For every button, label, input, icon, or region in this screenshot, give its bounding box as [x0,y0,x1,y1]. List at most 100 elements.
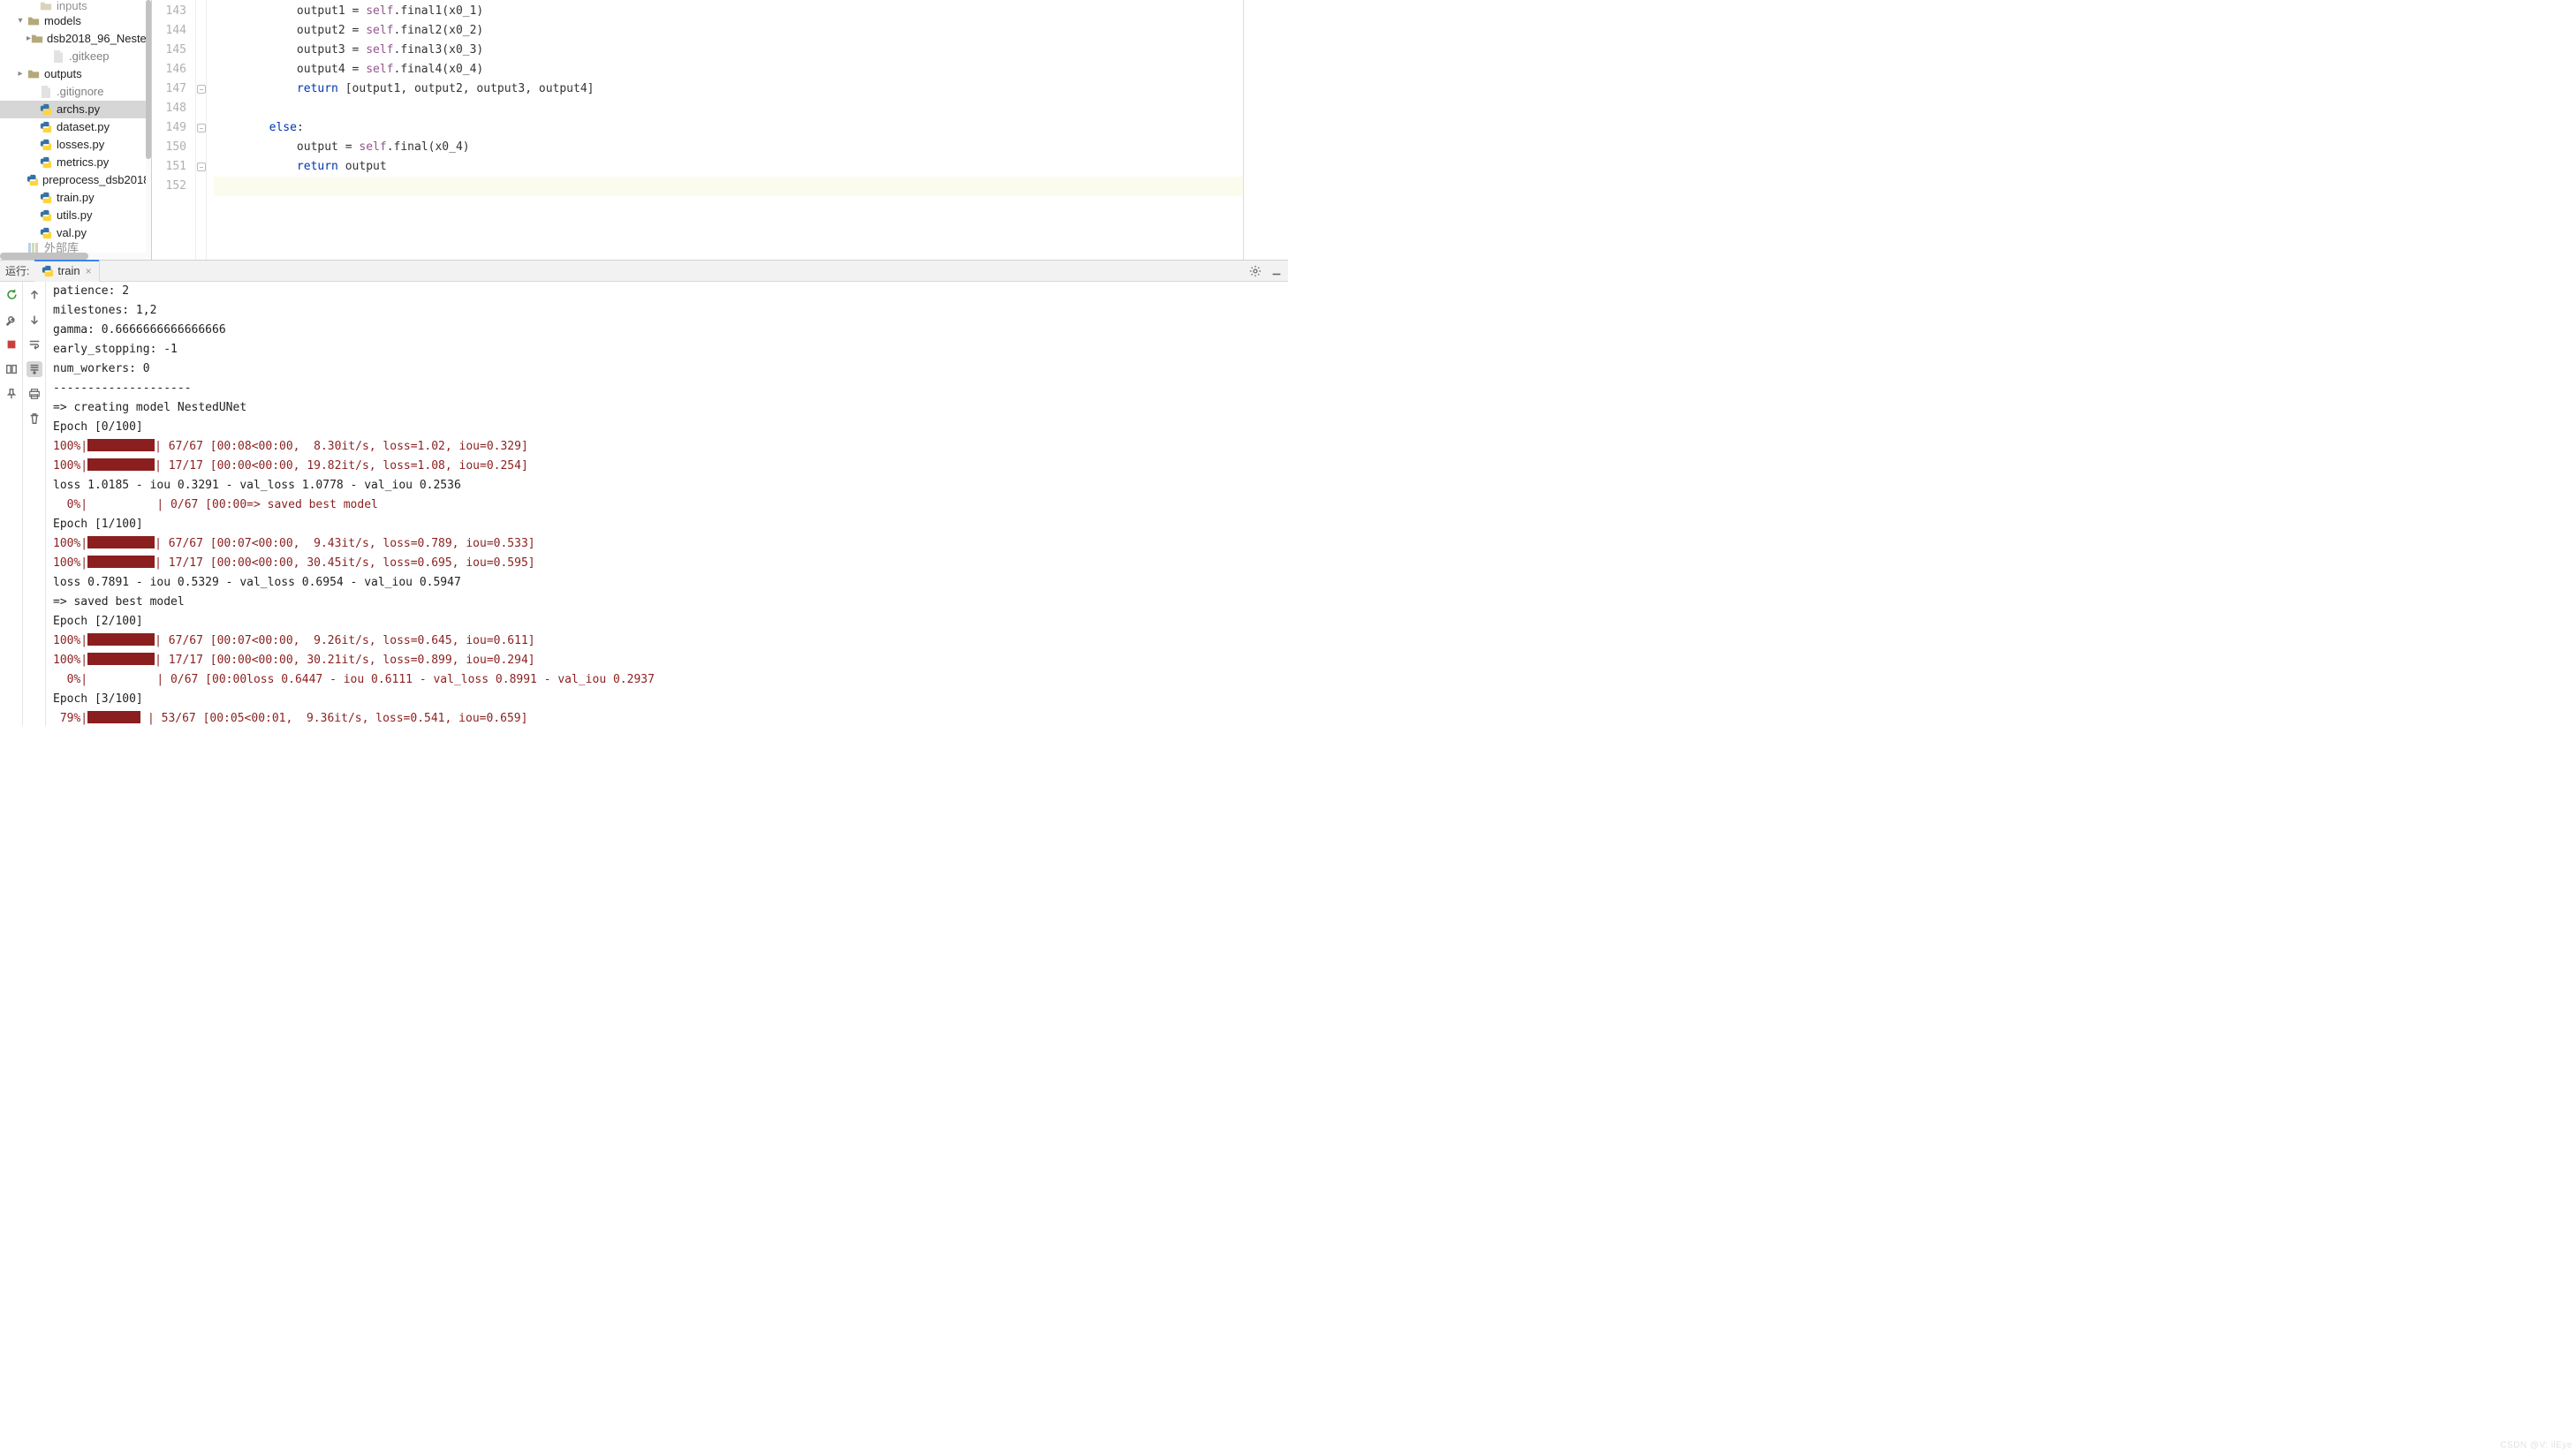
code-line[interactable] [214,99,1243,118]
tree-item-label: losses.py [57,136,104,154]
file-icon [39,85,53,99]
layout-icon[interactable] [4,361,19,377]
run-toolbar-col1 [0,282,23,726]
folder-icon [31,32,43,46]
console-line: Epoch [0/100] [53,418,1281,437]
console-line: loss 1.0185 - iou 0.3291 - val_loss 1.07… [53,476,1281,495]
tree-item[interactable]: preprocess_dsb2018.py [0,171,151,189]
python-file-icon [27,173,39,187]
tree-item[interactable]: ▸ outputs [0,65,151,83]
python-file-icon [39,120,53,134]
tree-item-label: .gitkeep [69,48,110,65]
python-file-icon [39,208,53,223]
folder-icon [39,0,53,12]
rerun-icon[interactable] [4,287,19,303]
pin-icon[interactable] [4,386,19,402]
console-line: 100%|| 67/67 [00:08<00:00, 8.30it/s, los… [53,437,1281,457]
file-icon [51,49,65,64]
softwrap-icon[interactable] [27,337,42,352]
fold-handle[interactable]: − [197,163,206,171]
tree-item-label: metrics.py [57,154,109,171]
chevron-icon[interactable]: ▸ [14,65,27,83]
code-line[interactable]: output4 = self.final4(x0_4) [214,60,1243,79]
up-arrow-icon[interactable] [27,287,42,303]
project-tree[interactable]: inputs ▾ models▸dsb2018_96_NestedUNet_woDS… [0,0,151,254]
tree-item[interactable]: .gitkeep [0,48,151,65]
code-line[interactable]: output3 = self.final3(x0_3) [214,41,1243,60]
python-icon [42,265,54,277]
python-file-icon [39,191,53,205]
fold-handle[interactable]: − [197,124,206,132]
python-file-icon [39,102,53,117]
gear-icon[interactable] [1247,263,1263,279]
code-line[interactable]: return [output1, output2, output3, outpu… [214,79,1243,99]
code-line[interactable]: return output [214,157,1243,177]
console-line: Epoch [1/100] [53,515,1281,534]
minimize-icon[interactable] [1269,263,1284,279]
tree-item-label: models [44,12,81,30]
tree-item-label: dataset.py [57,118,110,136]
run-body: patience: 2milestones: 1,2gamma: 0.66666… [0,282,1288,726]
python-file-icon [39,155,53,170]
tree-item[interactable]: train.py [0,189,151,207]
editor-right-pad [1244,0,1288,260]
tree-item-label: preprocess_dsb2018.py [42,171,152,189]
code-line[interactable]: output2 = self.final2(x0_2) [214,21,1243,41]
code-editor[interactable]: 143144145146147148149150151152 −−− outpu… [152,0,1288,260]
run-label: 运行: [0,263,34,278]
console-line: 100%|| 67/67 [00:07<00:00, 9.43it/s, los… [53,534,1281,554]
tree-item[interactable]: dataset.py [0,118,151,136]
tree-item-label: .gitignore [57,83,103,101]
scroll-to-end-icon[interactable] [27,361,42,377]
console-line: 79%| | 53/67 [00:05<00:01, 9.36it/s, los… [53,709,1281,726]
console-line: loss 0.7891 - iou 0.5329 - val_loss 0.69… [53,573,1281,593]
tree-item-label: val.py [57,224,87,242]
sidebar-vscroll-thumb[interactable] [146,0,151,159]
wrench-icon[interactable] [4,312,19,328]
print-icon[interactable] [27,386,42,402]
sidebar-vscroll[interactable] [146,0,151,253]
code-line[interactable]: else: [214,118,1243,138]
tree-item[interactable]: inputs [0,0,151,12]
tree-item[interactable]: ▸dsb2018_96_NestedUNet_woDS [0,30,151,48]
tree-item[interactable]: utils.py [0,207,151,224]
console-line: num_workers: 0 [53,359,1281,379]
down-arrow-icon[interactable] [27,312,42,328]
tree-item[interactable]: archs.py [0,101,151,118]
console-line: gamma: 0.6666666666666666 [53,321,1281,340]
tree-item-label: inputs [57,0,87,12]
console-line: -------------------- [53,379,1281,398]
code-line[interactable] [214,177,1243,196]
fold-column[interactable]: − − − [196,0,207,260]
watermark: CSDN @V: ilEye [2500,1441,2572,1450]
console-line: 0%| | 0/67 [00:00loss 0.6447 - iou 0.611… [53,670,1281,690]
console-line: => saved best model [53,593,1281,612]
tree-item[interactable]: metrics.py [0,154,151,171]
tree-item[interactable]: losses.py [0,136,151,154]
console-output[interactable]: patience: 2milestones: 1,2gamma: 0.66666… [46,282,1288,726]
close-icon[interactable]: × [86,265,92,277]
console-line: Epoch [3/100] [53,690,1281,709]
python-file-icon [39,138,53,152]
chevron-icon[interactable]: ▾ [14,12,27,30]
console-line: 100%|| 67/67 [00:07<00:00, 9.26it/s, los… [53,631,1281,651]
run-tab-train[interactable]: train × [34,261,99,282]
console-line: 0%| | 0/67 [00:00=> saved best model [53,495,1281,515]
console-line: 100%|| 17/17 [00:00<00:00, 19.82it/s, lo… [53,457,1281,476]
tree-item[interactable]: ▾ models [0,12,151,30]
code-area[interactable]: output1 = self.final1(x0_1) output2 = se… [207,0,1243,260]
tree-item-label: utils.py [57,207,92,224]
fold-handle[interactable]: − [197,85,206,94]
run-header-icons [1247,263,1288,279]
tree-item[interactable]: .gitignore [0,83,151,101]
tree-item-label: archs.py [57,101,100,118]
stop-icon[interactable] [4,337,19,352]
tree-item-label: outputs [44,65,82,83]
tree-item[interactable]: val.py [0,224,151,242]
python-file-icon [39,226,53,240]
code-line[interactable]: output1 = self.final1(x0_1) [214,2,1243,21]
project-sidebar: inputs ▾ models▸dsb2018_96_NestedUNet_woDS… [0,0,152,260]
trash-icon[interactable] [27,411,42,427]
code-line[interactable]: output = self.final(x0_4) [214,138,1243,157]
console-line: => creating model NestedUNet [53,398,1281,418]
